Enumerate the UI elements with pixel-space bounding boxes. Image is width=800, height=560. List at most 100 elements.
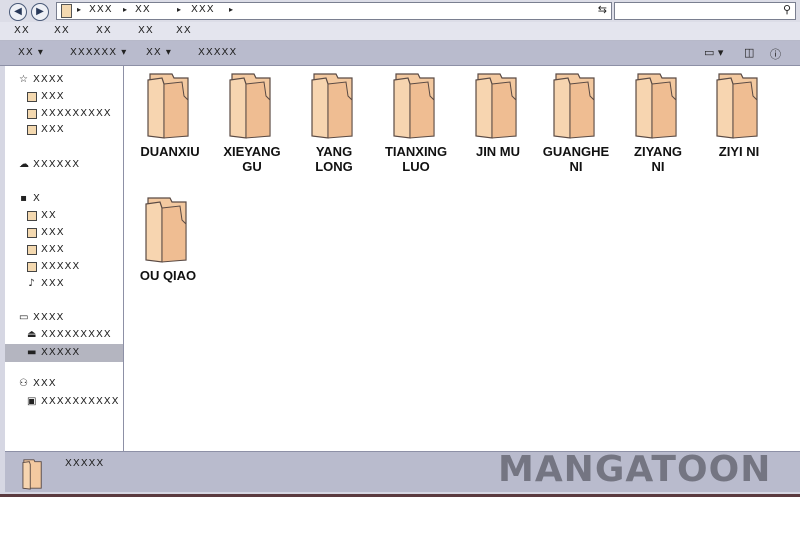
folder-name-line: JIN MU [475, 144, 521, 159]
sidebar-label: XXXX [33, 74, 65, 85]
disk-icon: ▪ [20, 192, 28, 204]
preview-pane-icon[interactable]: ◫ [744, 46, 754, 59]
breadcrumb-3[interactable]: XXX [191, 4, 215, 15]
sidebar-label: XXX [41, 227, 65, 238]
folder-icon [22, 459, 42, 490]
chevron-right-icon: ▸ [123, 5, 128, 14]
folder-name-line: NI [569, 159, 583, 174]
folder-name-line: LONG [315, 159, 353, 174]
sidebar-item[interactable]: XXXXX [27, 261, 80, 272]
folder-item[interactable]: OU QIAO [128, 194, 208, 283]
navigation-pane: ☆ XXXX XXX XXXXXXXXX XXX ☁ XXXXXX ▪ X XX XX… [5, 66, 124, 451]
sidebar-item[interactable]: XXX [27, 124, 65, 135]
view-icon[interactable]: ▭ ▾ [704, 46, 723, 59]
sidebar-item[interactable]: ⏏ XXXXXXXXX [27, 329, 112, 340]
folder-item[interactable]: ZIYANG NI [618, 70, 698, 174]
watermark-logo: MANGATOON [498, 449, 772, 490]
back-button[interactable]: ◀ [9, 3, 27, 21]
folder-icon [27, 210, 37, 221]
sidebar-label: XXX [41, 278, 65, 289]
toolbar-button[interactable]: XX ▾ [18, 47, 44, 58]
sidebar-label: XXX [41, 244, 65, 255]
sidebar-label: XXXX [33, 312, 65, 323]
folder-name: JIN MU [458, 144, 538, 159]
menu-item[interactable]: XX [176, 25, 192, 36]
sidebar-item-selected[interactable]: ▬ XXXXX [27, 347, 80, 358]
sidebar-item[interactable]: XXXXXXXXX [27, 108, 112, 119]
folder-name-line: XIEYANG [223, 144, 281, 159]
sidebar-group[interactable]: ☁ XXXXXX [19, 159, 80, 170]
folder-item[interactable]: TIANXING LUO [376, 70, 456, 174]
chevron-right-icon: ▸ [229, 5, 234, 14]
menu-item[interactable]: XX [54, 25, 70, 36]
menu-item[interactable]: XX [138, 25, 154, 36]
folder-icon [27, 124, 37, 135]
folder-icon [311, 73, 353, 139]
search-input[interactable]: ⚲ [614, 2, 796, 20]
sidebar-item[interactable]: ▣ XXXXXXXXXX [27, 396, 120, 407]
folder-icon [553, 73, 595, 139]
sidebar-homegroup[interactable]: ⚇ XXX [19, 378, 57, 389]
forward-button[interactable]: ▶ [31, 3, 49, 21]
toolbar-button[interactable]: XXXXXX ▾ [70, 47, 127, 58]
search-icon: ⚲ [782, 3, 791, 16]
folder-item[interactable]: DUANXIU [130, 70, 210, 159]
sidebar-label: XX [41, 210, 57, 221]
folder-icon [27, 261, 37, 272]
refresh-icon[interactable]: ⇆ [598, 3, 607, 16]
folder-name: DUANXIU [130, 144, 210, 159]
file-list: DUANXIU XIEYANG GU YANG LONG TIANXING LU… [124, 66, 800, 451]
folder-item[interactable]: YANG LONG [294, 70, 374, 174]
folder-icon [475, 73, 517, 139]
menu-item[interactable]: XX [14, 25, 30, 36]
folder-icon [393, 73, 435, 139]
sidebar-item[interactable]: XXX [27, 227, 65, 238]
folder-item[interactable]: ZIYI NI [699, 70, 779, 159]
folder-icon [61, 4, 72, 18]
folder-name: XIEYANG GU [212, 144, 292, 174]
sidebar-item[interactable]: XXX [27, 244, 65, 255]
sidebar-label: XXXXX [41, 347, 81, 358]
folder-item[interactable]: XIEYANG GU [212, 70, 292, 174]
breadcrumb-2[interactable]: XX [135, 4, 151, 15]
folder-icon [635, 73, 677, 139]
folder-name-line: ZIYANG [634, 144, 682, 159]
folder-name-line: GU [242, 159, 262, 174]
folder-name-line: NI [651, 159, 665, 174]
sidebar-label: X [33, 193, 41, 204]
folder-icon [229, 73, 271, 139]
sidebar-label: XXXXX [41, 261, 81, 272]
toolbar-button[interactable]: XXXXX [198, 47, 237, 58]
folder-name: GUANGHE NI [536, 144, 616, 174]
folder-item[interactable]: JIN MU [458, 70, 538, 159]
address-bar[interactable]: ▸ XXX ▸ XX ▸ XXX ▸ ⇆ [56, 2, 612, 20]
folder-name: ZIYI NI [699, 144, 779, 159]
sidebar-item[interactable]: XXX [27, 91, 65, 102]
folder-item[interactable]: GUANGHE NI [536, 70, 616, 174]
folder-icon [145, 197, 187, 263]
status-text: XXXXX [65, 458, 105, 469]
sidebar-network[interactable]: ▭ XXXX [19, 312, 64, 323]
sidebar-item[interactable]: XX [27, 210, 57, 221]
folder-name-line: GUANGHE [542, 144, 610, 159]
sidebar-item[interactable]: ♪ XXX [27, 278, 65, 289]
folder-icon [27, 91, 37, 102]
help-icon[interactable]: ⓘ [770, 46, 781, 62]
sidebar-label: XXX [33, 378, 57, 389]
sidebar-computer[interactable]: ▪ X [19, 193, 41, 204]
sidebar-label: XXXXXXXXXX [41, 396, 120, 407]
cloud-icon: ☁ [19, 158, 30, 170]
sidebar-favorites[interactable]: ☆ XXXX [19, 74, 64, 85]
folder-name-line: OU QIAO [139, 268, 197, 283]
star-icon: ☆ [19, 73, 29, 85]
computer-icon: ▣ [27, 395, 38, 407]
toolbar-button[interactable]: XX ▾ [146, 47, 172, 58]
breadcrumb-1[interactable]: XXX [89, 4, 113, 15]
folder-name-line: LUO [402, 159, 430, 174]
sidebar-label: XXXXXXXXX [41, 108, 112, 119]
toolbar-label: XX [18, 47, 34, 58]
folder-icon [147, 73, 189, 139]
explorer-window: ◀ ▶ ▸ XXX ▸ XX ▸ XXX ▸ ⇆ ⚲ XX XX XX XX X… [0, 0, 800, 497]
menu-item[interactable]: XX [96, 25, 112, 36]
folder-name-line: TIANXING [384, 144, 448, 159]
